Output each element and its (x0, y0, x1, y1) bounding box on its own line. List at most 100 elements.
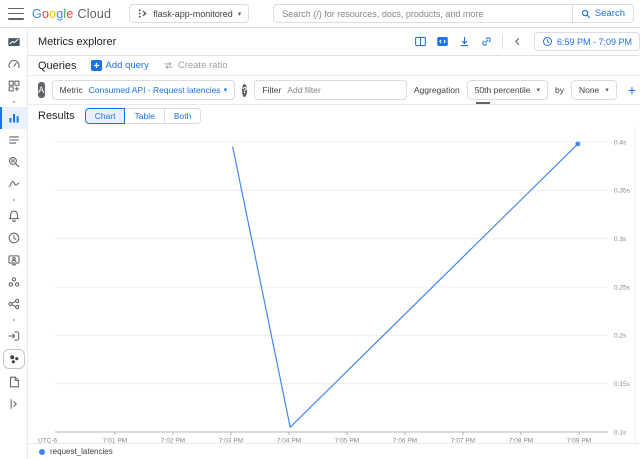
add-icon (91, 60, 102, 71)
chart-canvas[interactable]: 0.4s0.35s0.3s0.25s0.2s0.15s0.1s7:01 PM7:… (28, 127, 640, 443)
metric-label: Metric (60, 85, 83, 95)
queries-title: Queries (38, 60, 77, 72)
chevron-down-icon: ▾ (238, 10, 242, 18)
integrations-icon[interactable] (0, 325, 28, 347)
search-bar: Search (273, 4, 634, 23)
dot-divider (0, 315, 28, 325)
monitoring-logo-icon[interactable] (0, 31, 28, 53)
reports-icon[interactable] (0, 371, 28, 393)
topology-icon[interactable] (0, 293, 28, 315)
project-picker[interactable]: flask-app-monitored ▾ (129, 4, 249, 23)
metric-field: Metric Consumed API - Request latencies … (52, 80, 235, 100)
services-icon[interactable] (0, 129, 28, 151)
download-icon[interactable] (458, 35, 471, 48)
svg-text:7:02 PM: 7:02 PM (161, 438, 185, 444)
series-legend-label[interactable]: request_latencies (50, 447, 113, 456)
results-title: Results (38, 110, 75, 122)
svg-text:7:09 PM: 7:09 PM (567, 438, 591, 444)
metrics-explorer-icon[interactable] (0, 107, 28, 129)
svg-text:7:08 PM: 7:08 PM (509, 438, 533, 444)
columns-icon[interactable] (414, 35, 427, 48)
svg-text:0.25s: 0.25s (614, 284, 631, 291)
page-title: Metrics explorer (38, 36, 116, 48)
svg-text:7:03 PM: 7:03 PM (219, 438, 243, 444)
time-range-label: 6:59 PM - 7:09 PM (557, 37, 632, 47)
group-by-value: None (579, 85, 599, 95)
svg-text:0.15s: 0.15s (614, 381, 631, 388)
overview-icon[interactable] (0, 53, 28, 75)
google-cloud-logo[interactable]: Google Cloud (32, 7, 111, 21)
query-search-icon[interactable] (0, 151, 28, 173)
metric-value: Consumed API - Request latencies (89, 85, 221, 95)
search-button-label: Search (595, 8, 625, 19)
dot-divider (0, 97, 28, 107)
link-icon[interactable] (480, 35, 493, 48)
aggregation-value: 50th percentile (475, 85, 531, 95)
time-range-selector[interactable]: 6:59 PM - 7:09 PM (534, 32, 640, 51)
groups-icon[interactable] (0, 271, 28, 293)
latency-line-chart[interactable]: 0.4s0.35s0.3s0.25s0.2s0.15s0.1s7:01 PM7:… (28, 127, 640, 443)
tab-chart[interactable]: Chart (85, 108, 126, 124)
logo-cloud-word: Cloud (78, 7, 112, 21)
add-aggregation-button[interactable]: + (624, 83, 640, 97)
chevron-left-icon[interactable] (512, 36, 523, 47)
logo-google-word: Google (32, 7, 74, 21)
svg-text:0.35s: 0.35s (614, 188, 631, 195)
app-root: Google Cloud flask-app-monitored ▾ (0, 0, 640, 459)
queries-bar: Queries Add query (28, 56, 640, 76)
sidebar (0, 28, 28, 459)
add-query-label: Add query (106, 60, 149, 71)
svg-text:UTC-6: UTC-6 (38, 438, 58, 444)
chevron-down-icon: ▾ (605, 86, 609, 94)
by-label: by (555, 85, 564, 95)
search-input[interactable] (273, 4, 573, 23)
svg-text:7:07 PM: 7:07 PM (451, 438, 475, 444)
aggregation-label: Aggregation (414, 85, 460, 95)
aggregation-underline (476, 102, 490, 104)
code-icon[interactable] (436, 35, 449, 48)
top-app-bar: Google Cloud flask-app-monitored ▾ (0, 0, 640, 28)
svg-text:0.4s: 0.4s (614, 139, 627, 146)
svg-text:0.1s: 0.1s (614, 429, 627, 436)
filter-field[interactable]: Filter Add filter (254, 80, 406, 100)
aggregation-dropdown[interactable]: 50th percentile ▾ (467, 80, 548, 100)
chart-legend: request_latencies (28, 443, 640, 459)
search-icon (581, 9, 591, 19)
metric-dropdown[interactable]: Consumed API - Request latencies ▾ (89, 85, 227, 95)
uptime-clock-icon[interactable] (0, 227, 28, 249)
traces-icon[interactable] (0, 173, 28, 195)
project-name: flask-app-monitored (153, 9, 233, 19)
results-bar: Results Chart Table Both (28, 105, 640, 127)
ratio-arrows-icon (163, 60, 174, 71)
alerting-bell-icon[interactable] (0, 205, 28, 227)
add-query-button[interactable]: Add query (91, 60, 149, 71)
tab-both[interactable]: Both (165, 108, 202, 124)
results-view-toggle: Chart Table Both (85, 108, 202, 124)
chevron-down-icon: ▾ (536, 86, 540, 94)
group-by-dropdown[interactable]: None ▾ (571, 80, 617, 100)
filter-placeholder: Add filter (287, 85, 321, 95)
clock-icon (542, 36, 553, 47)
menu-icon[interactable] (8, 8, 24, 20)
dot-divider (0, 195, 28, 205)
divider (502, 35, 503, 49)
project-icon (137, 8, 148, 19)
create-ratio-label: Create ratio (178, 60, 228, 71)
collapse-panel-icon[interactable] (0, 393, 28, 415)
svg-text:7:06 PM: 7:06 PM (393, 438, 417, 444)
help-icon[interactable]: ? (242, 84, 247, 97)
filter-label: Filter (262, 85, 281, 95)
dashboards-icon[interactable] (0, 75, 28, 97)
create-ratio-button[interactable]: Create ratio (163, 60, 228, 71)
svg-text:7:05 PM: 7:05 PM (335, 438, 359, 444)
search-button[interactable]: Search (573, 4, 634, 23)
svg-text:0.2s: 0.2s (614, 333, 627, 340)
tab-table[interactable]: Table (125, 108, 164, 124)
page-header: Metrics explorer (28, 28, 640, 56)
svg-text:7:04 PM: 7:04 PM (277, 438, 301, 444)
svg-text:7:01 PM: 7:01 PM (103, 438, 127, 444)
query-builder-row: A Metric Consumed API - Request latencie… (28, 76, 640, 105)
series-color-dot (39, 449, 45, 455)
instances-group-icon[interactable] (3, 349, 25, 369)
screens-icon[interactable] (0, 249, 28, 271)
